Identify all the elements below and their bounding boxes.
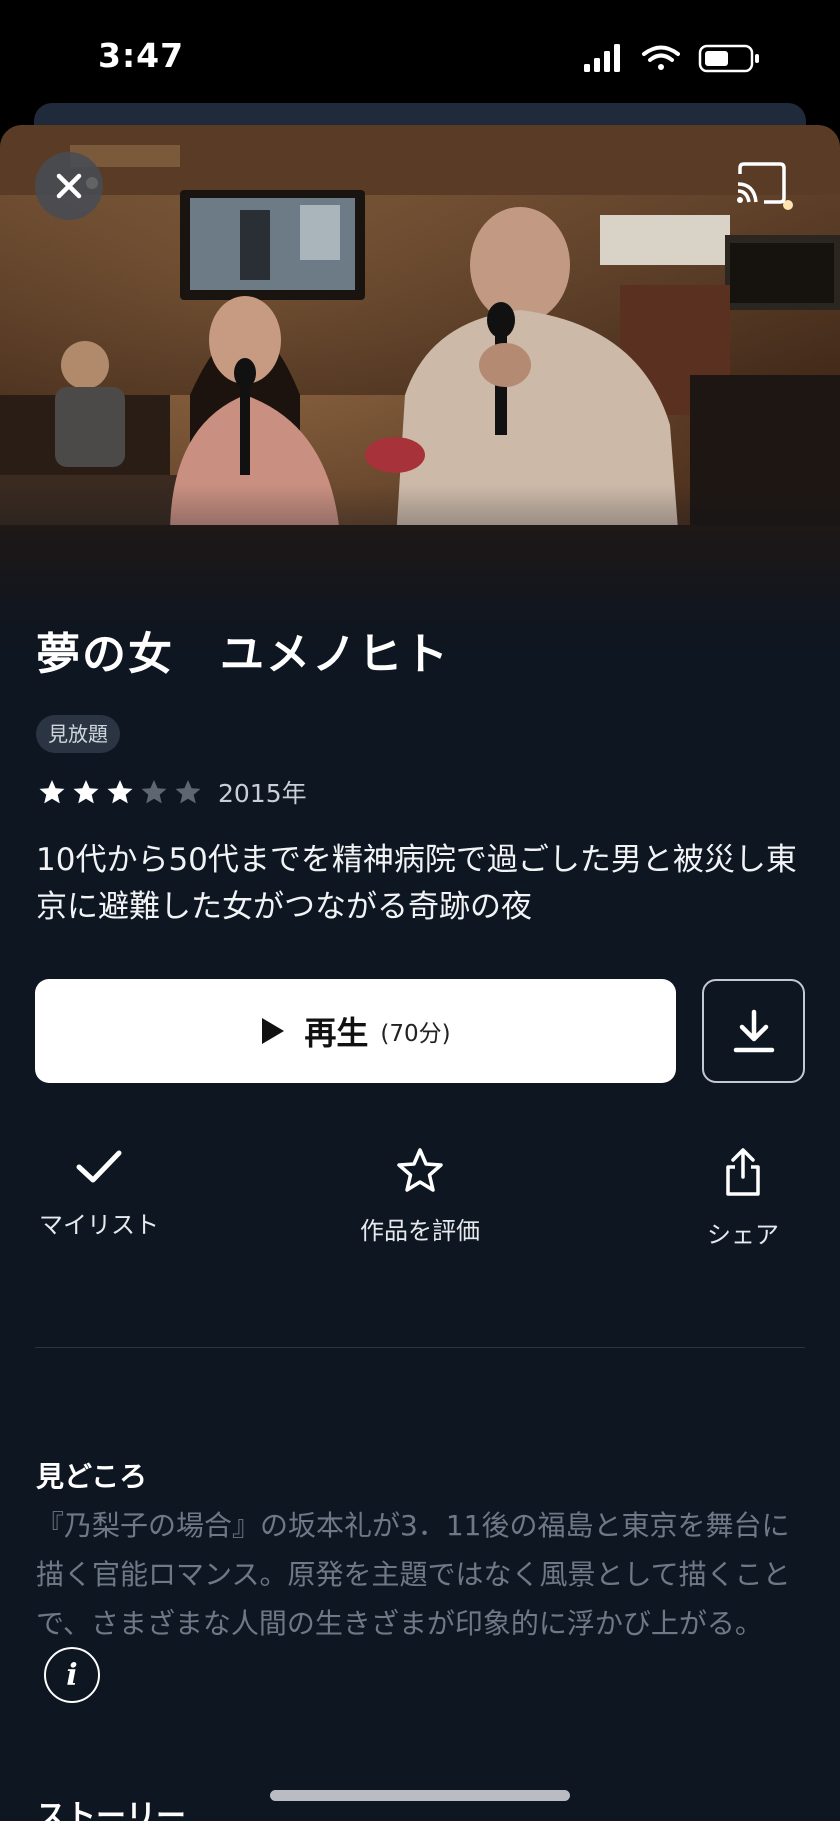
cellular-signal-icon <box>584 44 620 72</box>
download-icon <box>733 1009 774 1053</box>
mylist-button[interactable]: マイリスト <box>34 1147 164 1247</box>
star-filled-icon <box>73 780 99 804</box>
share-label: シェア <box>707 1221 779 1249</box>
status-bar: 3:47 <box>0 0 840 110</box>
home-indicator[interactable] <box>270 1790 570 1801</box>
close-icon <box>56 173 82 199</box>
rate-label: 作品を評価 <box>360 1217 480 1245</box>
info-button[interactable]: i <box>44 1647 100 1703</box>
share-icon <box>726 1148 760 1196</box>
availability-badge: 見放題 <box>36 715 120 753</box>
video-title: 夢の女 ユメノヒト <box>36 629 450 680</box>
status-time: 3:47 <box>98 36 185 75</box>
info-icon: i <box>66 1657 78 1693</box>
rating-row: 2015年 <box>38 772 307 812</box>
play-label: 再生 <box>304 1014 369 1052</box>
status-icons <box>584 42 784 76</box>
title-detail-sheet: 夢の女 ユメノヒト 見放題 2015年 10代から50代までを精神病院で過ごした… <box>0 125 840 1821</box>
mylist-label: マイリスト <box>39 1211 159 1239</box>
rate-button[interactable]: 作品を評価 <box>345 1147 495 1247</box>
cast-icon <box>737 162 786 204</box>
cast-button[interactable] <box>734 160 788 206</box>
release-year: 2015年 <box>218 779 307 808</box>
play-icon <box>262 1018 285 1044</box>
battery-icon <box>698 44 759 73</box>
star-filled-icon <box>107 780 133 804</box>
play-button[interactable]: 再生 (70分) <box>35 979 676 1083</box>
star-filled-icon <box>39 780 65 804</box>
play-duration: (70分) <box>380 1021 451 1047</box>
video-description: 10代から50代までを精神病院で過ごした男と被災し東京に避難した女がつながる奇跡… <box>36 842 797 925</box>
star-empty-icon <box>175 780 201 804</box>
hero-image <box>0 125 840 655</box>
story-heading: ストーリー <box>36 1799 186 1821</box>
checkmark-icon <box>76 1150 122 1183</box>
download-button[interactable] <box>702 979 805 1083</box>
highlights-heading: 見どころ <box>36 1460 148 1493</box>
star-empty-icon <box>141 780 167 804</box>
share-button[interactable]: シェア <box>698 1147 788 1249</box>
section-divider <box>35 1347 805 1348</box>
wifi-icon <box>642 45 680 70</box>
star-rating <box>38 778 208 806</box>
star-outline-icon <box>397 1148 443 1192</box>
highlights-body: 『乃梨子の場合』の坂本礼が3．11後の福島と東京を舞台に描く官能ロマンス。原発を… <box>36 1509 791 1640</box>
close-button[interactable] <box>35 152 103 220</box>
